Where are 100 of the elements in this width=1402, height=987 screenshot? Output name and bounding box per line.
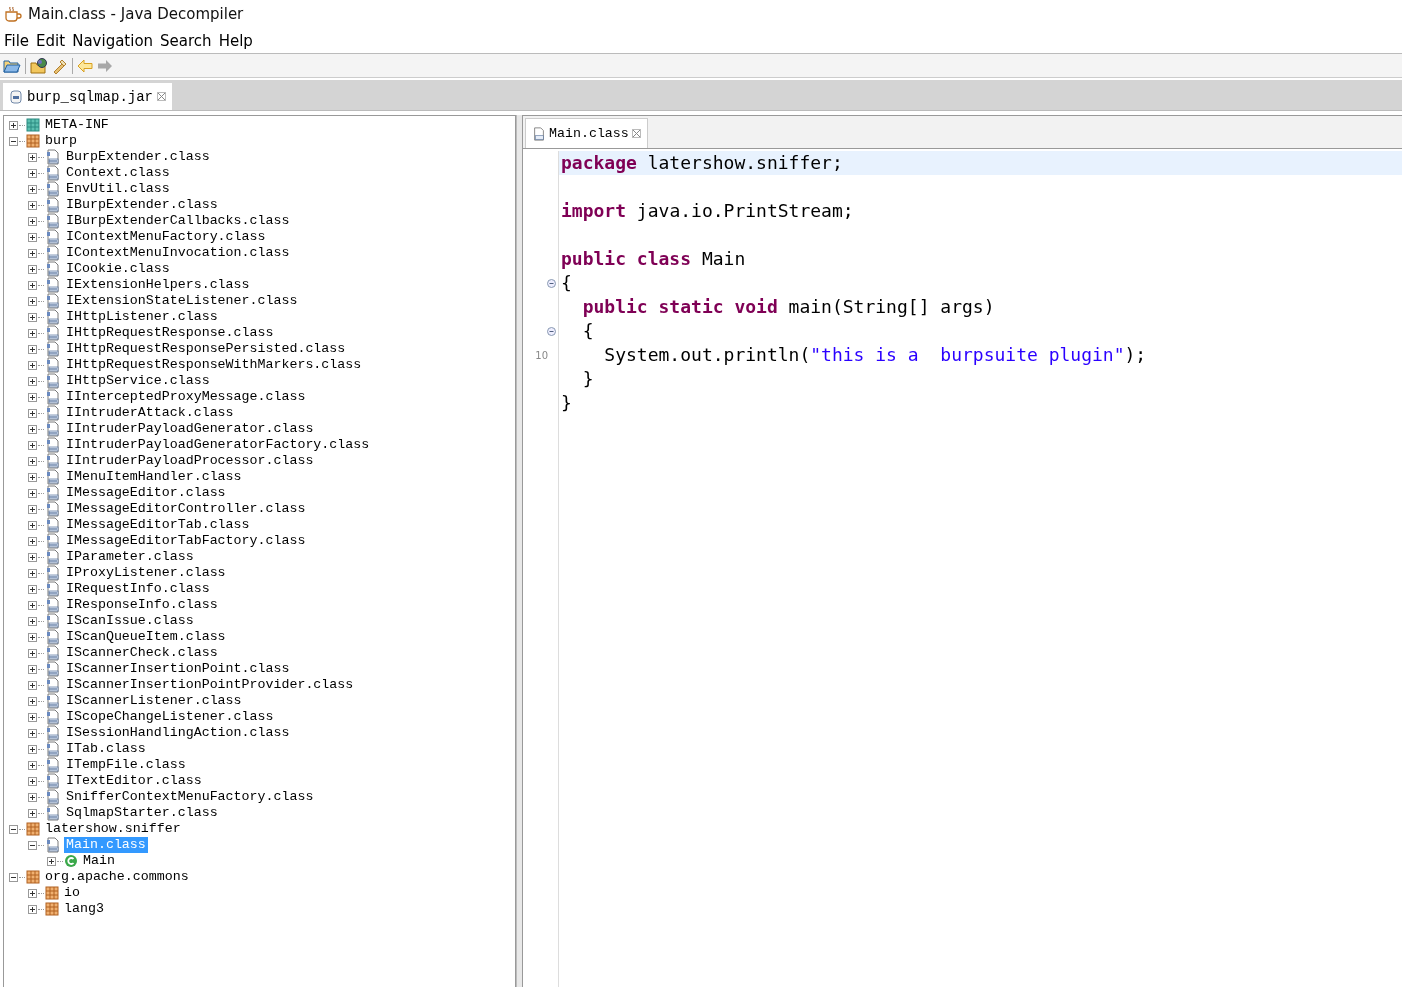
- expander-icon[interactable]: [28, 664, 37, 674]
- expander-icon[interactable]: [28, 888, 37, 898]
- tree-item[interactable]: IMessageEditorTab.class: [64, 517, 252, 533]
- tree-item[interactable]: IScannerInsertionPointProvider.class: [64, 677, 356, 693]
- expander-icon[interactable]: [28, 616, 37, 626]
- tree-item[interactable]: IParameter.class: [64, 549, 196, 565]
- expander-icon[interactable]: [28, 424, 37, 434]
- expander-icon[interactable]: [28, 216, 37, 226]
- tree-item[interactable]: ISessionHandlingAction.class: [64, 725, 292, 741]
- menu-item[interactable]: File: [4, 31, 30, 50]
- expander-icon[interactable]: [28, 456, 37, 466]
- folder-globe-icon[interactable]: [30, 57, 48, 74]
- expander-icon[interactable]: [28, 584, 37, 594]
- menu-item[interactable]: Help: [218, 31, 253, 50]
- tree-item[interactable]: IMenuItemHandler.class: [64, 469, 244, 485]
- tree-item[interactable]: IResponseInfo.class: [64, 597, 220, 613]
- tree-item[interactable]: IIntruderPayloadProcessor.class: [64, 453, 316, 469]
- expander-icon[interactable]: [28, 152, 37, 162]
- expander-icon[interactable]: [28, 280, 37, 290]
- expander-icon[interactable]: [28, 840, 37, 850]
- close-icon[interactable]: [157, 92, 167, 101]
- tree-item[interactable]: IContextMenuFactory.class: [64, 229, 268, 245]
- close-icon[interactable]: [631, 129, 641, 138]
- tree-item[interactable]: IExtensionHelpers.class: [64, 277, 252, 293]
- expander-icon[interactable]: [28, 168, 37, 178]
- tree-item[interactable]: ITab.class: [64, 741, 148, 757]
- expander-icon[interactable]: [28, 536, 37, 546]
- tree-item[interactable]: IExtensionStateListener.class: [64, 293, 300, 309]
- expander-icon[interactable]: [28, 232, 37, 242]
- expander-icon[interactable]: [9, 120, 18, 130]
- expander-icon[interactable]: [28, 200, 37, 210]
- expander-icon[interactable]: [28, 696, 37, 706]
- tree-item[interactable]: IScannerListener.class: [64, 693, 244, 709]
- tree-item[interactable]: IHttpRequestResponseWithMarkers.class: [64, 357, 364, 373]
- tree-item[interactable]: Main: [81, 853, 117, 869]
- expander-icon[interactable]: [28, 904, 37, 914]
- tree-item[interactable]: latershow.sniffer: [43, 821, 183, 837]
- expander-icon[interactable]: [28, 680, 37, 690]
- tree-item[interactable]: IProxyListener.class: [64, 565, 228, 581]
- tree-item[interactable]: IScanQueueItem.class: [64, 629, 228, 645]
- expander-icon[interactable]: [28, 248, 37, 258]
- tree-item[interactable]: IRequestInfo.class: [64, 581, 212, 597]
- tree-item[interactable]: IBurpExtender.class: [64, 197, 220, 213]
- tree-item[interactable]: IIntruderPayloadGenerator.class: [64, 421, 316, 437]
- tree-item[interactable]: IContextMenuInvocation.class: [64, 245, 292, 261]
- tree-item[interactable]: ITextEditor.class: [64, 773, 204, 789]
- tree-item[interactable]: IHttpService.class: [64, 373, 212, 389]
- expander-icon[interactable]: [28, 312, 37, 322]
- file-tab[interactable]: burp_sqlmap.jar: [3, 83, 173, 110]
- expander-icon[interactable]: [28, 792, 37, 802]
- expander-icon[interactable]: [28, 744, 37, 754]
- tree-item[interactable]: SqlmapStarter.class: [64, 805, 220, 821]
- expander-icon[interactable]: [28, 360, 37, 370]
- expander-icon[interactable]: [28, 504, 37, 514]
- tree-item[interactable]: IScannerCheck.class: [64, 645, 220, 661]
- tree-item[interactable]: IMessageEditorController.class: [64, 501, 308, 517]
- expander-icon[interactable]: [28, 712, 37, 722]
- tree-item[interactable]: BurpExtender.class: [64, 149, 212, 165]
- tree-item[interactable]: org.apache.commons: [43, 869, 191, 885]
- tree-item[interactable]: IIntruderAttack.class: [64, 405, 236, 421]
- tree-item[interactable]: IBurpExtenderCallbacks.class: [64, 213, 292, 229]
- editor-tab[interactable]: Main.class: [525, 118, 648, 148]
- expander-icon[interactable]: [28, 328, 37, 338]
- expander-icon[interactable]: [28, 472, 37, 482]
- tree-item[interactable]: IHttpListener.class: [64, 309, 220, 325]
- expander-icon[interactable]: [28, 440, 37, 450]
- tree-item[interactable]: SnifferContextMenuFactory.class: [64, 789, 316, 805]
- tree-item[interactable]: burp: [43, 133, 79, 149]
- expander-icon[interactable]: [28, 392, 37, 402]
- expander-icon[interactable]: [28, 568, 37, 578]
- tree-item[interactable]: IScanIssue.class: [64, 613, 196, 629]
- expander-icon[interactable]: [28, 632, 37, 642]
- expander-icon[interactable]: [9, 824, 18, 834]
- expander-icon[interactable]: [28, 600, 37, 610]
- expander-icon[interactable]: [9, 872, 18, 882]
- expander-icon[interactable]: [28, 728, 37, 738]
- menu-item[interactable]: Search: [160, 31, 212, 50]
- tree-item[interactable]: IHttpRequestResponsePersisted.class: [64, 341, 348, 357]
- expander-icon[interactable]: [28, 264, 37, 274]
- expander-icon[interactable]: [28, 344, 37, 354]
- expander-icon[interactable]: [47, 856, 56, 866]
- expander-icon[interactable]: [28, 776, 37, 786]
- fold-icon[interactable]: [547, 278, 556, 288]
- expander-icon[interactable]: [28, 184, 37, 194]
- tree-item[interactable]: io: [62, 885, 82, 901]
- tree-item[interactable]: IInterceptedProxyMessage.class: [64, 389, 308, 405]
- tree-item[interactable]: ITempFile.class: [64, 757, 188, 773]
- tree-item[interactable]: META-INF: [43, 117, 111, 133]
- tree-item[interactable]: IHttpRequestResponse.class: [64, 325, 276, 341]
- tree-item[interactable]: IMessageEditorTabFactory.class: [64, 533, 308, 549]
- expander-icon[interactable]: [28, 808, 37, 818]
- menu-item[interactable]: Navigation: [72, 31, 154, 50]
- expander-icon[interactable]: [9, 136, 18, 146]
- expander-icon[interactable]: [28, 520, 37, 530]
- expander-icon[interactable]: [28, 552, 37, 562]
- expander-icon[interactable]: [28, 408, 37, 418]
- expander-icon[interactable]: [28, 648, 37, 658]
- expander-icon[interactable]: [28, 376, 37, 386]
- expander-icon[interactable]: [28, 296, 37, 306]
- tree-item[interactable]: ICookie.class: [64, 261, 172, 277]
